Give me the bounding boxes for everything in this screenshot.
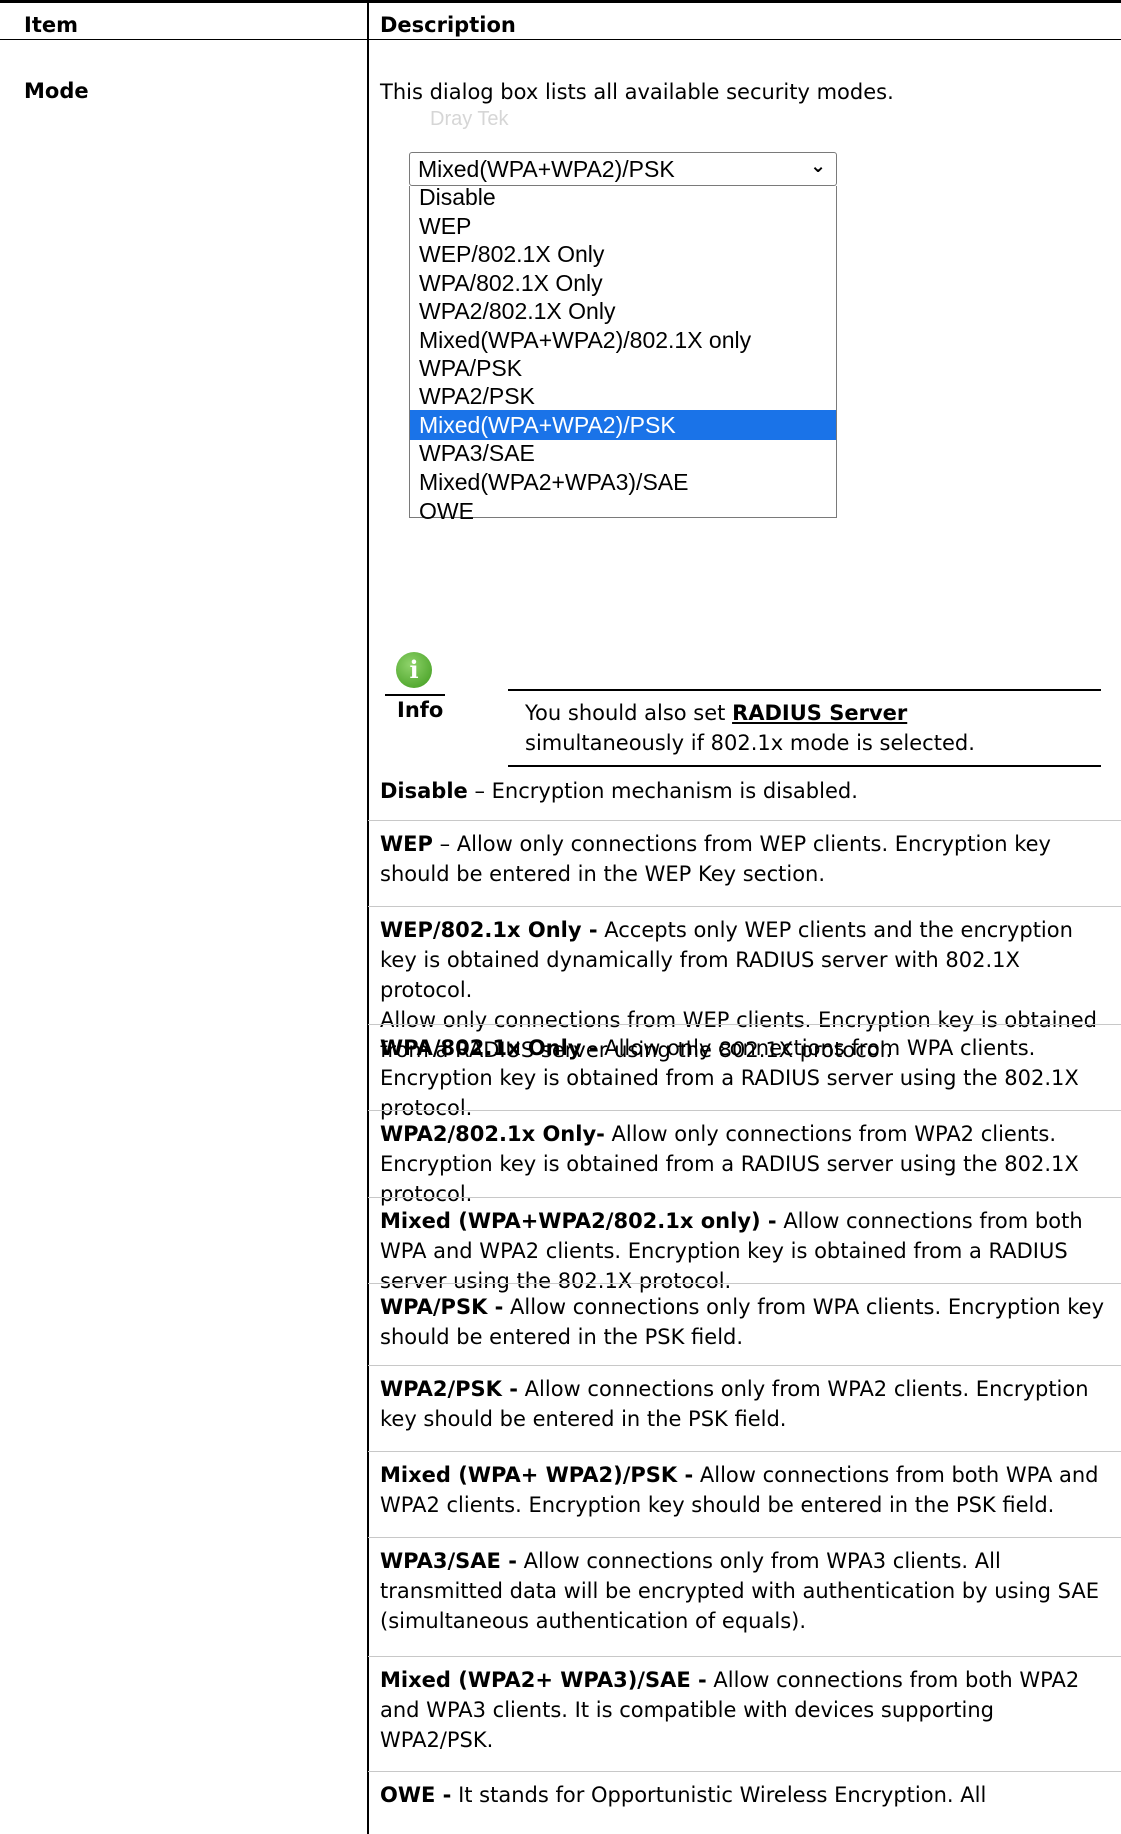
mode-description: WPA3/SAE - Allow connections only from W…	[380, 1546, 1105, 1636]
security-mode-option[interactable]: WPA2/802.1X Only	[410, 296, 836, 326]
mode-term: Disable	[380, 779, 468, 803]
mode-text: It stands for Opportunistic Wireless Enc…	[451, 1783, 987, 1807]
mode-term: Mixed (WPA+WPA2/802.1x only) -	[380, 1209, 777, 1233]
security-mode-option[interactable]: WPA/802.1X Only	[410, 268, 836, 298]
row-separator	[368, 1656, 1121, 1657]
row-separator	[368, 906, 1121, 907]
security-mode-options-list: Disable WEP WEP/802.1X Only WPA/802.1X Only…	[409, 184, 837, 524]
mode-term: OWE -	[380, 1783, 452, 1807]
mode-term: Mixed (WPA2+ WPA3)/SAE -	[380, 1668, 707, 1692]
security-mode-option[interactable]: Mixed(WPA+WPA2)/802.1X only	[410, 325, 836, 355]
mode-text: – Encryption mechanism is disabled.	[467, 779, 858, 803]
info-divider	[385, 694, 445, 696]
row-separator	[368, 1110, 1121, 1111]
row-separator	[368, 1771, 1121, 1772]
mode-description: WPA/PSK - Allow connections only from WP…	[380, 1292, 1105, 1352]
security-mode-selected-value: Mixed(WPA+WPA2)/PSK	[418, 156, 675, 182]
security-mode-dialog: Dray Tek Mixed(WPA+WPA2)/PSK ⌄ Disable WE…	[380, 108, 880, 612]
mode-description: Mixed (WPA2+ WPA3)/SAE - Allow connectio…	[380, 1665, 1105, 1755]
security-mode-option[interactable]: WPA3/SAE	[410, 438, 836, 468]
mode-description: Disable – Encryption mechanism is disabl…	[380, 776, 1105, 806]
row-separator	[368, 820, 1121, 821]
mode-intro-text: This dialog box lists all available secu…	[380, 80, 894, 104]
security-mode-option[interactable]: OWE	[410, 496, 836, 526]
column-header-item: Item	[24, 13, 78, 37]
mode-description: WEP – Allow only connections from WEP cl…	[380, 829, 1105, 889]
row-separator	[368, 1537, 1121, 1538]
column-header-description: Description	[380, 13, 516, 37]
row-separator	[368, 1451, 1121, 1452]
info-divider	[508, 765, 1101, 767]
mode-term: WPA/PSK -	[380, 1295, 504, 1319]
mode-term: Mixed (WPA+ WPA2)/PSK -	[380, 1463, 694, 1487]
info-icon: i	[396, 652, 432, 688]
security-mode-option[interactable]: WEP/802.1X Only	[410, 239, 836, 269]
mode-term: WPA/802.1x Only -	[380, 1036, 598, 1060]
chevron-down-icon: ⌄	[810, 155, 826, 177]
security-mode-option[interactable]: Disable	[410, 182, 836, 212]
info-text-pre: You should also set	[525, 701, 733, 725]
mode-term: WEP/802.1x Only -	[380, 918, 598, 942]
mode-term: WPA2/802.1x Only-	[380, 1122, 605, 1146]
row-separator	[368, 1365, 1121, 1366]
security-mode-option[interactable]: WEP	[410, 211, 836, 241]
security-mode-option[interactable]: Mixed(WPA+WPA2)/PSK	[410, 410, 836, 440]
mode-term: WEP	[380, 832, 433, 856]
mode-term: WPA2/PSK -	[380, 1377, 518, 1401]
info-label: Info	[397, 698, 444, 722]
security-mode-select[interactable]: Mixed(WPA+WPA2)/PSK ⌄	[409, 152, 837, 186]
radius-server-link[interactable]: RADIUS Server	[732, 701, 907, 725]
item-mode: Mode	[24, 79, 89, 103]
table-header: Item Description	[0, 0, 1121, 40]
mode-description: WPA2/802.1x Only- Allow only connections…	[380, 1119, 1105, 1209]
mode-description: OWE - It stands for Opportunistic Wirele…	[380, 1780, 1105, 1810]
mode-text: – Allow only connections from WEP client…	[380, 832, 1051, 886]
security-mode-option[interactable]: WPA2/PSK	[410, 381, 836, 411]
row-separator	[368, 1024, 1121, 1025]
info-text-post: simultaneously if 802.1x mode is selecte…	[525, 731, 975, 755]
ghost-logo-text: Dray Tek	[430, 108, 509, 130]
row-separator	[368, 1283, 1121, 1284]
row-separator	[368, 1197, 1121, 1198]
mode-term: WPA3/SAE -	[380, 1549, 517, 1573]
security-mode-option[interactable]: WPA/PSK	[410, 353, 836, 383]
info-text: You should also set RADIUS Server simult…	[525, 698, 1065, 758]
mode-description: Mixed (WPA+ WPA2)/PSK - Allow connection…	[380, 1460, 1105, 1520]
mode-description: WPA2/PSK - Allow connections only from W…	[380, 1374, 1105, 1434]
column-divider	[367, 0, 369, 1834]
info-divider	[508, 689, 1101, 691]
security-mode-option[interactable]: Mixed(WPA2+WPA3)/SAE	[410, 467, 836, 497]
